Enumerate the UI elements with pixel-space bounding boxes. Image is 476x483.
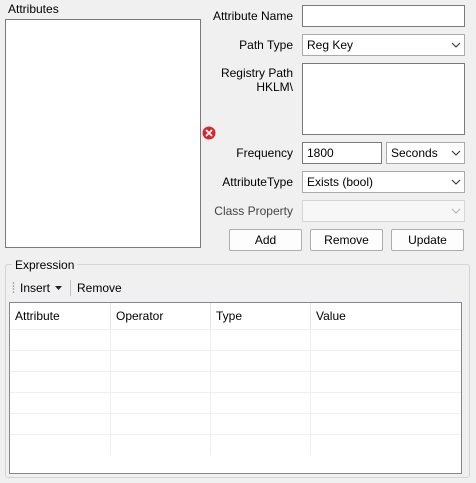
table-row[interactable] [10,350,461,371]
table-cell[interactable] [311,351,461,371]
attribute-name-label: Attribute Name [212,9,293,23]
attribute-type-label: AttributeType [222,175,293,189]
table-row[interactable] [10,392,461,413]
table-row[interactable] [10,413,461,434]
table-row[interactable] [10,434,461,455]
table-cell[interactable] [211,435,311,455]
class-property-label: Class Property [214,204,293,218]
column-header-value[interactable]: Value [311,303,461,329]
table-cell[interactable] [311,330,461,350]
table-cell[interactable] [10,435,111,455]
table-cell[interactable] [311,372,461,392]
column-header-attribute[interactable]: Attribute [10,303,111,329]
path-type-label: Path Type [239,38,293,52]
table-cell[interactable] [211,351,311,371]
table-cell[interactable] [311,393,461,413]
chevron-down-icon [448,35,464,55]
table-cell[interactable] [10,372,111,392]
table-row[interactable] [10,329,461,350]
frequency-input[interactable]: 1800 [302,142,382,164]
update-button[interactable]: Update [391,229,464,251]
frequency-unit-select[interactable]: Seconds [386,142,465,164]
table-cell[interactable] [111,372,211,392]
attributes-list[interactable] [5,19,201,248]
table-cell[interactable] [10,351,111,371]
table-cell[interactable] [111,393,211,413]
add-button[interactable]: Add [229,229,302,251]
attribute-name-input[interactable] [302,5,465,27]
remove-button[interactable]: Remove [310,229,383,251]
frequency-unit-value: Seconds [391,146,438,160]
chevron-down-icon [448,201,464,221]
toolbar-separator [70,280,71,296]
path-type-select[interactable]: Reg Key [302,34,465,56]
table-cell[interactable] [211,372,311,392]
table-cell[interactable] [111,435,211,455]
insert-dropdown-button[interactable]: Insert [20,280,63,296]
attribute-type-select[interactable]: Exists (bool) [302,171,465,193]
table-cell[interactable] [311,435,461,455]
column-header-type[interactable]: Type [211,303,311,329]
attributes-title: Attributes [8,2,59,16]
column-header-operator[interactable]: Operator [111,303,211,329]
table-cell[interactable] [10,393,111,413]
table-cell[interactable] [211,414,311,434]
table-cell[interactable] [211,393,311,413]
caret-down-icon [55,286,63,290]
grid-header: Attribute Operator Type Value [10,303,461,329]
table-cell[interactable] [10,330,111,350]
registry-path-input[interactable] [302,63,465,135]
toolbar-grip [12,281,15,295]
insert-label: Insert [20,281,51,295]
expression-remove-button[interactable]: Remove [77,280,122,296]
path-type-value: Reg Key [307,38,354,52]
class-property-select [302,200,465,222]
table-cell[interactable] [111,414,211,434]
table-cell[interactable] [10,414,111,434]
table-row[interactable] [10,371,461,392]
registry-path-root-label: HKLM\ [256,80,293,94]
table-cell[interactable] [311,414,461,434]
error-icon [202,126,216,140]
chevron-down-icon [448,143,464,163]
frequency-label: Frequency [236,146,293,160]
table-cell[interactable] [111,330,211,350]
expression-title: Expression [12,258,78,272]
expression-grid[interactable]: Attribute Operator Type Value [9,302,462,474]
table-cell[interactable] [211,330,311,350]
registry-path-label: Registry Path [220,66,293,80]
attribute-type-value: Exists (bool) [307,175,374,189]
chevron-down-icon [448,172,464,192]
table-cell[interactable] [111,351,211,371]
